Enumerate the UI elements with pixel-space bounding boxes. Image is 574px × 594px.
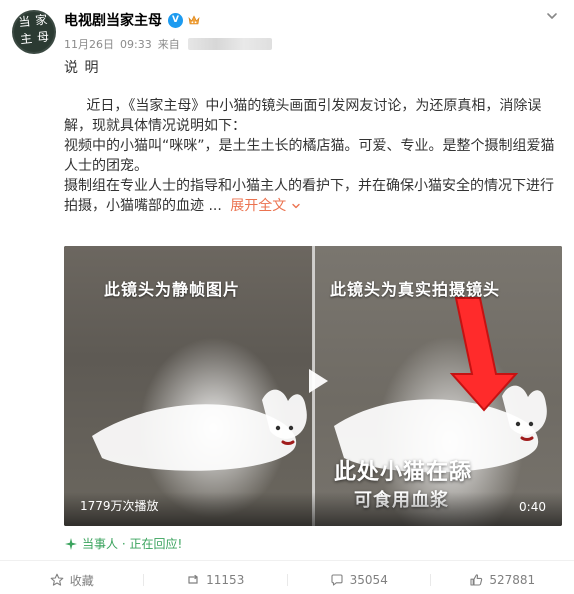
event-tag[interactable]: 当事人 · 正在回应! <box>64 535 182 552</box>
annotation-line-1: 此处小猫在舔 <box>334 460 473 485</box>
sparkle-icon <box>64 537 78 551</box>
like-button[interactable]: 527881 <box>431 573 574 587</box>
post-time: 09:33 <box>120 37 152 51</box>
expand-full-text[interactable]: 展开全文 <box>230 198 300 214</box>
favorite-button[interactable]: 收藏 <box>0 572 144 589</box>
comment-button[interactable]: 35054 <box>287 573 431 587</box>
overlay-left-text: 此镜头为静帧图片 <box>104 280 241 299</box>
event-status: 正在回应! <box>129 537 183 551</box>
author-header: 电视剧当家主母 V <box>64 10 201 30</box>
repost-count: 11153 <box>206 573 245 587</box>
action-bar: 收藏 11153 35054 527881 <box>0 566 574 594</box>
comment-icon <box>331 574 343 586</box>
post-title: 说 明 <box>64 60 100 76</box>
comment-count: 35054 <box>349 573 388 587</box>
event-dot: · <box>121 537 126 551</box>
play-count: 1779万次播放 <box>80 499 159 513</box>
post-paragraph-3-text: 摄制组在专业人士的指导和小猫主人的看护下，并在确保小猫安全的情况下进行拍摄，小猫… <box>64 178 554 214</box>
avatar[interactable]: 当 家 主 母 <box>12 10 56 54</box>
avatar-char-4: 母 <box>36 29 50 45</box>
play-button[interactable] <box>293 358 339 404</box>
chevron-down-icon <box>291 197 301 217</box>
avatar-char-3: 主 <box>19 31 33 47</box>
post-paragraph-3: 摄制组在专业人士的指导和小猫主人的看护下，并在确保小猫安全的情况下进行拍摄，小猫… <box>64 176 562 216</box>
star-icon <box>50 573 64 586</box>
crown-icon <box>187 13 201 27</box>
more-options[interactable] <box>542 6 562 26</box>
event-label: 当事人 <box>82 537 119 551</box>
author-name[interactable]: 电视剧当家主母 <box>64 10 162 30</box>
blurred-source <box>187 38 272 50</box>
post-body: 说 明 近日，《当家主母》中小猫的镜头画面引发网友讨论，为还原真相，消除误解，现… <box>64 58 562 216</box>
chevron-down-icon <box>547 13 557 19</box>
action-divider <box>0 560 574 561</box>
post-paragraph-2: 视频中的小猫叫“咪咪”，是土生土长的橘店猫。可爱、专业。是整个摄制组爱猫人士的团… <box>64 138 555 174</box>
favorite-label: 收藏 <box>69 573 94 588</box>
video-player[interactable]: 此镜头为静帧图片 此镜头为真实拍摄镜头 此处小猫在舔 可食用血浆 1779万次播… <box>64 246 562 526</box>
post-source-label: 来自 <box>157 38 180 51</box>
overlay-right-text: 此镜头为真实拍摄镜头 <box>330 280 501 299</box>
post-paragraph-1: 近日，《当家主母》中小猫的镜头画面引发网友讨论，为还原真相，消除误解，现就具体情… <box>64 98 542 134</box>
event-text: 当事人 · 正在回应! <box>82 535 182 552</box>
video-duration: 0:40 <box>519 500 546 514</box>
avatar-calligraphy: 当 家 主 母 <box>15 13 52 50</box>
like-count: 527881 <box>489 573 536 587</box>
play-icon <box>309 369 328 393</box>
expand-label: 展开全文 <box>230 198 287 214</box>
repost-button[interactable]: 11153 <box>144 573 288 587</box>
post-meta: 11月26日 09:33 来自 <box>64 36 272 52</box>
thumb-up-icon <box>470 574 483 586</box>
repost-icon <box>188 574 198 584</box>
post-date: 11月26日 <box>64 38 114 51</box>
verified-icon: V <box>168 12 183 28</box>
